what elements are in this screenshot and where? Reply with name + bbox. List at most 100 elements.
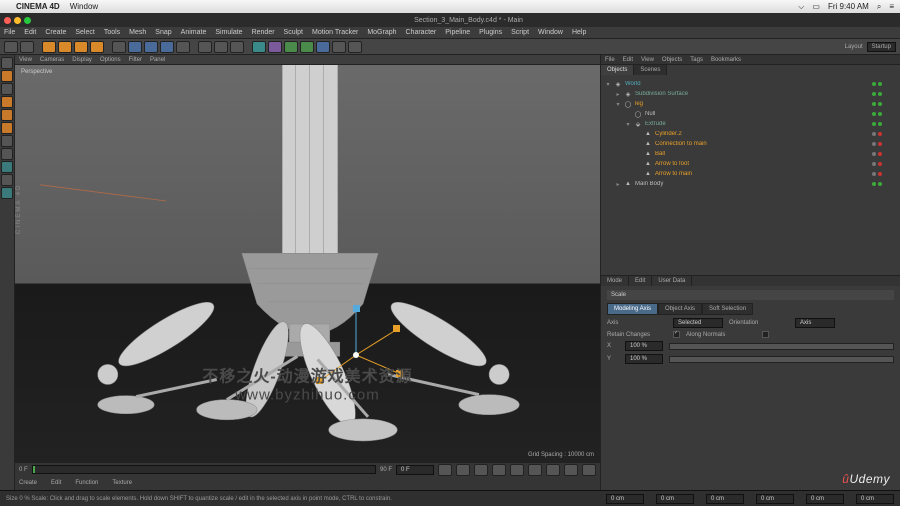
go-start-button[interactable]: [438, 464, 452, 476]
vpmenu-filter[interactable]: Filter: [129, 57, 142, 63]
y-field[interactable]: 100 %: [625, 354, 663, 364]
menu-mesh[interactable]: Mesh: [129, 29, 146, 36]
primitive-button[interactable]: [252, 41, 266, 53]
vpmenu-display[interactable]: Display: [72, 57, 92, 63]
menu-icon[interactable]: ≡: [889, 2, 894, 11]
twisty-icon[interactable]: ▾: [605, 81, 611, 88]
visibility-dots[interactable]: [872, 172, 900, 176]
menu-character[interactable]: Character: [406, 29, 437, 36]
render-view-button[interactable]: [198, 41, 212, 53]
next-frame-button[interactable]: [492, 464, 506, 476]
mac-menu-window[interactable]: Window: [70, 2, 98, 11]
undo-button[interactable]: [4, 41, 18, 53]
wifi-icon[interactable]: ⌵: [798, 2, 804, 12]
prev-frame-button[interactable]: [456, 464, 470, 476]
menu-simulate[interactable]: Simulate: [215, 29, 242, 36]
key-pos-button[interactable]: [564, 464, 578, 476]
object-name[interactable]: Connection to main: [655, 141, 869, 147]
vpmenu-view[interactable]: View: [19, 57, 32, 63]
visibility-dots[interactable]: [872, 182, 900, 186]
attr-subtab-modeling-axis[interactable]: Modeling Axis: [607, 303, 658, 315]
go-end-button[interactable]: [510, 464, 524, 476]
render-pv-button[interactable]: [214, 41, 228, 53]
om-item-connection-to-main[interactable]: ▲Connection to main: [601, 139, 900, 149]
object-mode-button[interactable]: [1, 83, 13, 95]
om-menu-tags[interactable]: Tags: [690, 57, 703, 63]
object-name[interactable]: World: [625, 81, 869, 87]
vpmenu-cameras[interactable]: Cameras: [40, 57, 64, 63]
object-name[interactable]: Arrow to main: [655, 171, 869, 177]
menu-script[interactable]: Script: [511, 29, 529, 36]
app-name[interactable]: CINEMA 4D: [16, 2, 60, 11]
twisty-icon[interactable]: ▾: [625, 121, 631, 128]
om-item-arrow-to-foot[interactable]: ▲Arrow to foot: [601, 159, 900, 169]
retain-checkbox[interactable]: [673, 331, 680, 338]
autokey-button[interactable]: [546, 464, 560, 476]
point-mode-button[interactable]: [1, 96, 13, 108]
search-icon[interactable]: ⌕: [877, 2, 881, 12]
visibility-dots[interactable]: [872, 152, 900, 156]
size-y[interactable]: 0 cm: [806, 494, 844, 504]
menu-file[interactable]: File: [4, 29, 15, 36]
menu-mograph[interactable]: MoGraph: [367, 29, 396, 36]
material-tab-create[interactable]: Create: [19, 480, 37, 486]
visibility-dots[interactable]: [872, 142, 900, 146]
snap-button[interactable]: [1, 161, 13, 173]
material-tab-texture[interactable]: Texture: [112, 480, 132, 486]
axis-select[interactable]: Selected: [673, 318, 723, 328]
om-item-leg[interactable]: ▾◯leg: [601, 99, 900, 109]
object-name[interactable]: Null: [645, 111, 869, 117]
menu-create[interactable]: Create: [45, 29, 66, 36]
current-frame-field[interactable]: 0 F: [396, 465, 434, 475]
camera-button[interactable]: [332, 41, 346, 53]
coord-x[interactable]: 0 cm: [606, 494, 644, 504]
normals-checkbox[interactable]: [762, 331, 769, 338]
orientation-select[interactable]: Axis: [795, 318, 835, 328]
object-manager[interactable]: ▾◈World▸◈Subdivision Surface▾◯leg◯Null▾⬙…: [601, 75, 900, 275]
edge-mode-button[interactable]: [1, 109, 13, 121]
toggle-button[interactable]: [112, 41, 126, 53]
om-tab-objects[interactable]: Objects: [601, 65, 634, 75]
layout-select[interactable]: Startup: [867, 42, 896, 52]
x-field[interactable]: 100 %: [625, 341, 663, 351]
key-rot-button[interactable]: [582, 464, 596, 476]
perspective-viewport[interactable]: CINEMA 4D Perspective: [15, 65, 600, 462]
record-button[interactable]: [528, 464, 542, 476]
attr-subtab-soft-selection[interactable]: Soft Selection: [702, 303, 753, 315]
om-menu-file[interactable]: File: [605, 57, 615, 63]
om-item-world[interactable]: ▾◈World: [601, 79, 900, 89]
locked-button[interactable]: [1, 174, 13, 186]
object-name[interactable]: Main Body: [635, 181, 869, 187]
om-item-cylinder-2[interactable]: ▲Cylinder.2: [601, 129, 900, 139]
x-slider[interactable]: [669, 343, 894, 350]
om-item-main-body[interactable]: ▸▲Main Body: [601, 179, 900, 189]
material-tab-function[interactable]: Function: [75, 480, 98, 486]
generator-button[interactable]: [284, 41, 298, 53]
timeline-track[interactable]: [32, 465, 376, 474]
twisty-icon[interactable]: ▾: [615, 101, 621, 108]
battery-icon[interactable]: ▭: [812, 2, 820, 11]
visibility-dots[interactable]: [872, 92, 900, 96]
menu-edit[interactable]: Edit: [24, 29, 36, 36]
object-name[interactable]: Extrude: [645, 121, 869, 127]
om-item-null[interactable]: ◯Null: [601, 109, 900, 119]
menu-motion-tracker[interactable]: Motion Tracker: [312, 29, 358, 36]
zoom-icon[interactable]: [24, 17, 31, 24]
object-name[interactable]: Arrow to foot: [655, 161, 869, 167]
size-z[interactable]: 0 cm: [856, 494, 894, 504]
object-name[interactable]: Cylinder.2: [655, 131, 869, 137]
make-editable-button[interactable]: [1, 57, 13, 69]
close-icon[interactable]: [4, 17, 11, 24]
minimize-icon[interactable]: [14, 17, 21, 24]
attr-tab-user-data[interactable]: User Data: [652, 276, 692, 286]
y-axis-button[interactable]: [144, 41, 158, 53]
twisty-icon[interactable]: ▸: [615, 91, 621, 98]
visibility-dots[interactable]: [872, 132, 900, 136]
light-button[interactable]: [348, 41, 362, 53]
twisty-icon[interactable]: ▸: [615, 181, 621, 188]
om-tab-scenes[interactable]: Scenes: [634, 65, 667, 75]
move-tool[interactable]: [58, 41, 72, 53]
menu-tools[interactable]: Tools: [104, 29, 120, 36]
x-axis-button[interactable]: [128, 41, 142, 53]
deformer-button[interactable]: [300, 41, 314, 53]
